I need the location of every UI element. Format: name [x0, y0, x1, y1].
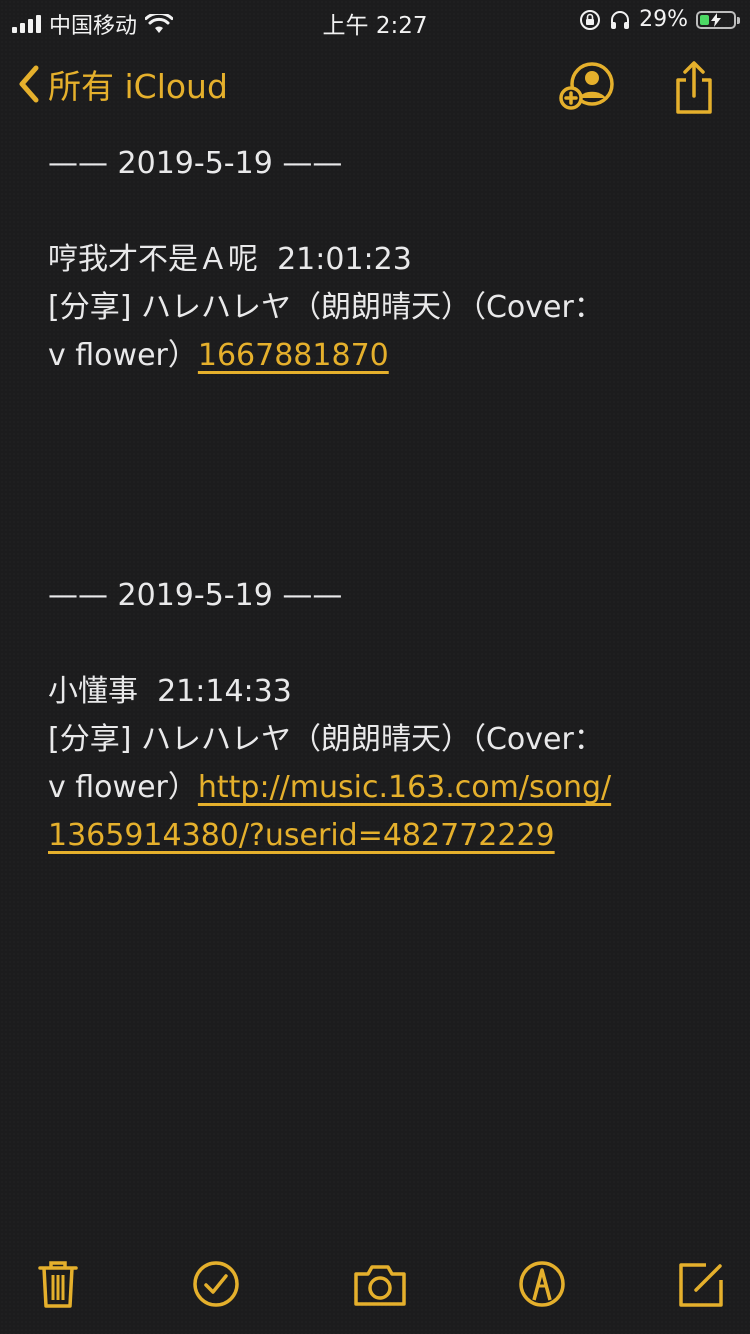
checklist-icon: [193, 1261, 239, 1307]
headphones-icon: [611, 10, 630, 29]
checklist-button[interactable]: [186, 1256, 246, 1312]
entry2-share-line: [分享] ハレハレヤ（朗朗晴天）（Cover：: [48, 722, 604, 757]
status-bar: 中国移动 上午 2:27 29%: [0, 0, 750, 40]
entry1-link[interactable]: 1667881870: [198, 338, 389, 373]
back-label: 所有 iCloud: [48, 67, 228, 106]
compose-button[interactable]: [670, 1256, 730, 1312]
entry1-date-line: —— 2019-5-19 ——: [48, 146, 343, 181]
camera-button[interactable]: [350, 1256, 410, 1312]
entry2-link-part1[interactable]: http://music.163.com/song/: [198, 770, 611, 805]
entry2-link-part2[interactable]: 1365914380/?userid=482772229: [48, 818, 555, 853]
markup-icon: [519, 1261, 565, 1307]
battery-percent: 29%: [639, 7, 688, 32]
entry2-cover-line: v flower）http://music.163.com/song/: [48, 764, 698, 812]
chevron-left-icon: [19, 65, 39, 103]
status-right: 29%: [579, 7, 740, 32]
trash-icon: [38, 1261, 78, 1308]
entry2-date-line: —— 2019-5-19 ——: [48, 578, 343, 613]
share-button[interactable]: [664, 60, 724, 116]
note-body[interactable]: —— 2019-5-19 —— 哼我才不是Ａ呢 21:01:23 [分享] ハレ…: [48, 140, 698, 860]
compose-icon: [679, 1263, 723, 1307]
entry1-author-line: 哼我才不是Ａ呢 21:01:23: [48, 242, 412, 277]
add-person-icon: [559, 62, 614, 110]
bottom-toolbar: [0, 1236, 750, 1334]
entry2-cover-prefix: v flower）: [48, 770, 198, 805]
share-icon: [676, 61, 712, 114]
entry1-cover-prefix: v flower）: [48, 338, 198, 373]
entry2-author-line: 小懂事 21:14:33: [48, 674, 292, 709]
notes-screen: 中国移动 上午 2:27 29% 所有 iCloud —— 2019-5-19 …: [0, 0, 750, 1334]
camera-icon: [354, 1265, 406, 1306]
orientation-lock-icon: [580, 9, 601, 30]
navigation-bar: 所有 iCloud: [0, 56, 750, 116]
entry1-cover-line: v flower）1667881870: [48, 332, 698, 380]
add-people-button[interactable]: [558, 60, 618, 116]
back-button[interactable]: 所有 iCloud: [16, 56, 228, 112]
markup-button[interactable]: [512, 1256, 572, 1312]
entry2-link-line2: 1365914380/?userid=482772229: [48, 812, 698, 860]
entry1-share-line: [分享] ハレハレヤ（朗朗晴天）（Cover：: [48, 290, 604, 325]
battery-charging-icon: [696, 10, 740, 29]
delete-button[interactable]: [28, 1256, 88, 1312]
